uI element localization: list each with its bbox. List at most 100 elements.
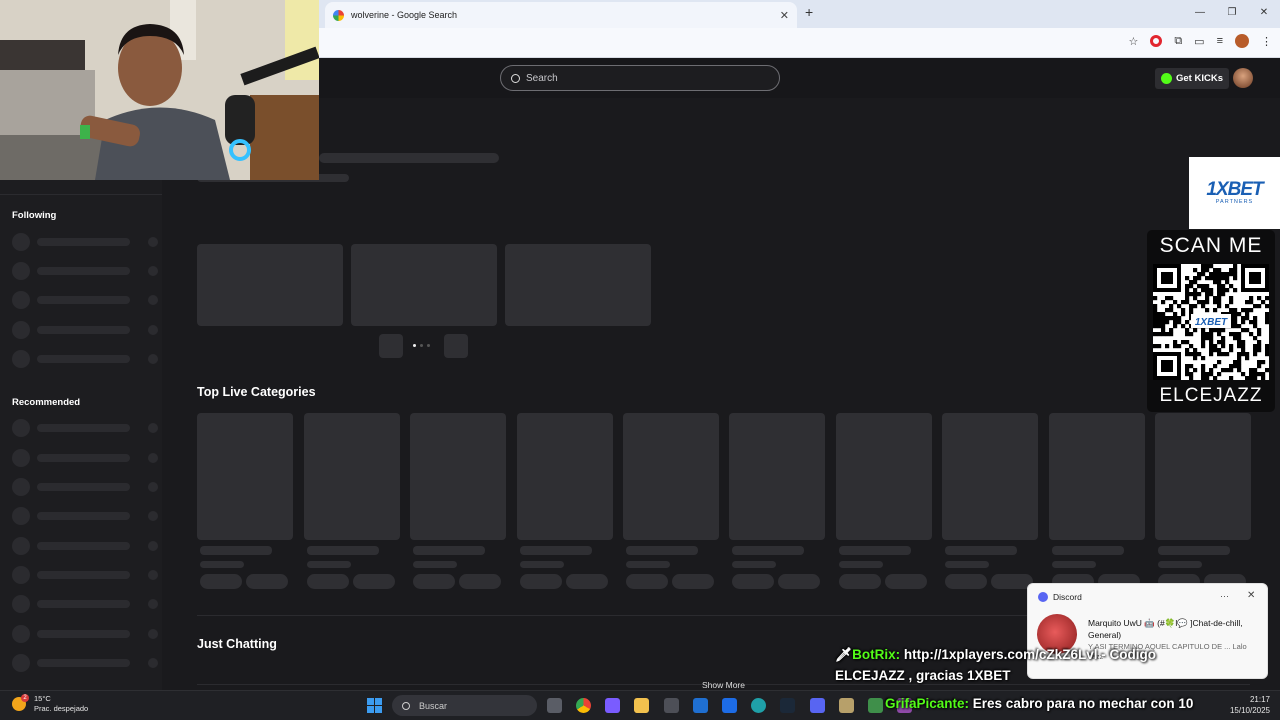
notification-badge: 2 [21, 694, 29, 702]
chat-message: ELCEJAZZ , gracias 1XBET [835, 668, 1011, 683]
edge-icon[interactable] [751, 698, 766, 713]
sponsor-logo[interactable]: 1XBET PARTNERS [1189, 157, 1280, 229]
category-card-skeleton[interactable] [410, 413, 506, 540]
steam-icon[interactable] [780, 698, 795, 713]
discord-taskbar-icon[interactable] [810, 698, 825, 713]
category-tag-skeleton [672, 574, 714, 589]
sidebar: Following Recommended [0, 180, 162, 690]
sidebar-channel-skeleton[interactable] [12, 654, 162, 672]
sidebar-channel-skeleton[interactable] [12, 449, 162, 467]
sidebar-channel-skeleton[interactable] [12, 478, 162, 496]
app-icon[interactable] [868, 698, 883, 713]
taskbar-search[interactable]: Buscar [392, 695, 537, 716]
notification-header: Marquito UwU 🤖 (#🍀l💬 ]Chat-de-chill, Gen… [1088, 617, 1263, 641]
carousel-card-skeleton[interactable] [197, 244, 343, 326]
category-card-skeleton[interactable] [197, 413, 293, 540]
hero-title-skeleton [319, 153, 499, 163]
sidebar-channel-skeleton[interactable] [12, 321, 162, 339]
store-icon[interactable] [664, 698, 679, 713]
sender-name: Marquito UwU [1088, 618, 1142, 628]
system-clock[interactable]: 21:17 15/10/2025 [1222, 694, 1270, 716]
dropbox-icon[interactable] [722, 698, 737, 713]
category-tag-skeleton [566, 574, 608, 589]
category-text-skeleton [413, 546, 485, 555]
sidebar-channel-skeleton[interactable] [12, 291, 162, 309]
show-more-button[interactable]: Show More [702, 680, 745, 690]
sidebar-channel-skeleton[interactable] [12, 350, 162, 368]
browser-tab-bar: wolverine - Google Search ✕ + — ❐ ✕ [319, 0, 1280, 28]
recommended-heading: Recommended [12, 397, 81, 408]
following-heading: Following [12, 210, 57, 221]
category-card-skeleton[interactable] [1049, 413, 1145, 540]
weather-widget[interactable]: 2 15°C Prac. despejado [12, 694, 88, 714]
category-text-skeleton [200, 561, 244, 568]
category-card-skeleton[interactable] [304, 413, 400, 540]
carousel-card-skeleton[interactable] [351, 244, 497, 326]
category-text-skeleton [307, 546, 379, 555]
sidebar-channel-skeleton[interactable] [12, 262, 162, 280]
discord-notification[interactable]: Discord ··· ✕ Marquito UwU 🤖 (#🍀l💬 ]Chat… [1027, 583, 1268, 679]
sidebar-channel-skeleton[interactable] [12, 233, 162, 251]
browser-menu-icon[interactable]: ⋮ [1261, 35, 1272, 48]
qr-code: 1XBET [1153, 264, 1270, 381]
sidebar-channel-skeleton[interactable] [12, 625, 162, 643]
weather-sun-icon: 2 [12, 694, 29, 711]
opera-extension-icon[interactable] [1150, 35, 1163, 47]
weather-temp: 15°C [34, 694, 51, 703]
overlay-chat-line: GrifaPicante: Eres cabro para no mechar … [885, 696, 1193, 711]
task-view-icon[interactable] [547, 698, 562, 713]
new-tab-button[interactable]: + [805, 4, 813, 20]
close-icon[interactable]: ✕ [1247, 590, 1255, 601]
chrome-icon[interactable] [576, 698, 591, 713]
user-avatar[interactable] [1233, 68, 1253, 88]
overlay-chat-line: 🗡BotRix: http://1xplayers.com/cZkZ6Lvl -… [835, 647, 1156, 663]
category-text-skeleton [307, 561, 351, 568]
start-button[interactable] [367, 698, 382, 713]
notification-app: Discord [1038, 592, 1082, 602]
minimize-button[interactable]: — [1184, 0, 1216, 28]
chat-username: GrifaPicante: [885, 696, 970, 711]
carousel-card-skeleton[interactable] [505, 244, 651, 326]
profile-avatar[interactable] [1235, 34, 1249, 48]
category-text-skeleton [839, 561, 883, 568]
category-card-skeleton[interactable] [1155, 413, 1251, 540]
category-card-skeleton[interactable] [729, 413, 825, 540]
carousel-next-button[interactable] [444, 334, 468, 358]
sidebar-channel-skeleton[interactable] [12, 419, 162, 437]
extensions-puzzle-icon[interactable]: ⧉ [1174, 35, 1182, 48]
sidebar-channel-skeleton[interactable] [12, 566, 162, 584]
sidebar-channel-skeleton[interactable] [12, 507, 162, 525]
category-card-skeleton[interactable] [517, 413, 613, 540]
browser-tab[interactable]: wolverine - Google Search ✕ [325, 2, 797, 28]
overlay-chat-line: ELCEJAZZ , gracias 1XBET [835, 668, 1011, 683]
category-card-skeleton[interactable] [623, 413, 719, 540]
tab-close-icon[interactable]: ✕ [780, 9, 789, 22]
clock-time: 21:17 [1249, 695, 1270, 704]
file-explorer-icon[interactable] [634, 698, 649, 713]
copilot-icon[interactable] [605, 698, 620, 713]
category-card-skeleton[interactable] [942, 413, 1038, 540]
sidebar-channel-skeleton[interactable] [12, 537, 162, 555]
outlook-icon[interactable] [693, 698, 708, 713]
media-control-icon[interactable]: ≡ [1217, 35, 1223, 47]
app-icon[interactable] [839, 698, 854, 713]
close-window-button[interactable]: ✕ [1248, 0, 1280, 28]
search-icon [402, 701, 410, 710]
carousel-prev-button[interactable] [379, 334, 403, 358]
get-kicks-button[interactable]: Get KICKs [1155, 68, 1229, 89]
taskbar-search-label: Buscar [419, 700, 448, 711]
cast-icon[interactable]: ▭ [1194, 35, 1204, 48]
category-tag-skeleton [626, 574, 668, 589]
restore-button[interactable]: ❐ [1216, 0, 1248, 28]
more-options-icon[interactable]: ··· [1220, 591, 1229, 601]
category-tag-skeleton [307, 574, 349, 589]
google-icon [333, 9, 344, 21]
category-card-skeleton[interactable] [836, 413, 932, 540]
sidebar-channel-skeleton[interactable] [12, 595, 162, 613]
search-input[interactable]: Search [500, 65, 780, 91]
get-kicks-label: Get KICKs [1176, 73, 1223, 84]
category-tag-skeleton [945, 574, 987, 589]
bookmark-star-icon[interactable]: ☆ [1128, 35, 1138, 48]
qr-center-logo: 1XBET [1195, 317, 1228, 328]
category-text-skeleton [945, 561, 989, 568]
